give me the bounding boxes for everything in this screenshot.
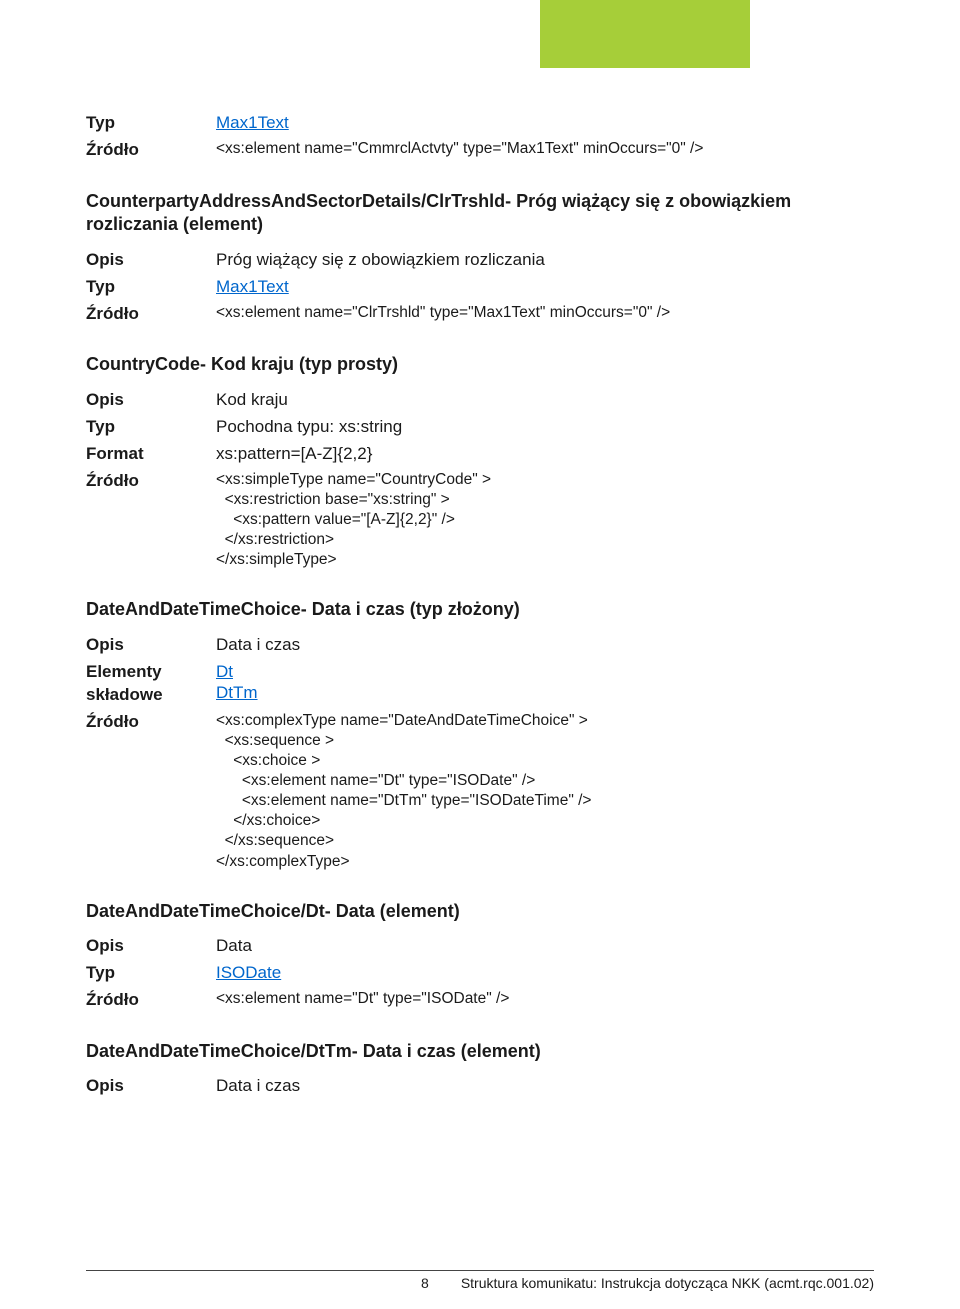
block-dt: Opis Data Typ ISODate Źródło <xs:element…	[86, 935, 874, 1012]
row-elementy: Elementy składowe Dt DtTm	[86, 661, 874, 707]
block-dttm: Opis Data i czas	[86, 1075, 874, 1098]
header-accent	[540, 0, 750, 68]
value-zrodlo: <xs:element name="Dt" type="ISODate" />	[216, 989, 874, 1012]
footer-row: 8 Struktura komunikatu: Instrukcja dotyc…	[86, 1275, 874, 1291]
row-zrodlo: Źródło <xs:simpleType name="CountryCode"…	[86, 470, 874, 571]
label-typ: Typ	[86, 276, 216, 299]
row-zrodlo: Źródło <xs:element name="ClrTrshld" type…	[86, 303, 874, 326]
label-opis: Opis	[86, 249, 216, 272]
row-opis: Opis Data i czas	[86, 634, 874, 657]
row-zrodlo: Źródło <xs:element name="Dt" type="ISODa…	[86, 989, 874, 1012]
label-zrodlo: Źródło	[86, 470, 216, 571]
row-opis: Opis Data i czas	[86, 1075, 874, 1098]
value-typ: Max1Text	[216, 112, 874, 135]
value-opis: Data i czas	[216, 634, 874, 657]
block-dateanddatetimechoice: Opis Data i czas Elementy składowe Dt Dt…	[86, 634, 874, 872]
row-opis: Opis Próg wiążący się z obowiązkiem rozl…	[86, 249, 874, 272]
value-zrodlo: <xs:simpleType name="CountryCode" > <xs:…	[216, 470, 874, 571]
row-opis: Opis Data	[86, 935, 874, 958]
section-dt: DateAndDateTimeChoice/Dt- Data (element)	[86, 900, 874, 923]
section-clrtrshld: CounterpartyAddressAndSectorDetails/ClrT…	[86, 190, 874, 237]
row-format: Format xs:pattern=[A-Z]{2,2}	[86, 443, 874, 466]
row-opis: Opis Kod kraju	[86, 389, 874, 412]
section-dateanddatetimechoice: DateAndDateTimeChoice- Data i czas (typ …	[86, 598, 874, 621]
footer: 8 Struktura komunikatu: Instrukcja dotyc…	[86, 1270, 874, 1291]
label-opis: Opis	[86, 634, 216, 657]
row-typ: Typ Pochodna typu: xs:string	[86, 416, 874, 439]
value-zrodlo: <xs:element name="ClrTrshld" type="Max1T…	[216, 303, 874, 326]
link-max1text[interactable]: Max1Text	[216, 113, 289, 132]
link-max1text[interactable]: Max1Text	[216, 277, 289, 296]
row-typ: Typ Max1Text	[86, 276, 874, 299]
label-zrodlo: Źródło	[86, 139, 216, 162]
row-typ: Typ ISODate	[86, 962, 874, 985]
link-dt[interactable]: Dt	[216, 662, 233, 681]
page-number: 8	[421, 1275, 429, 1291]
footer-text: Struktura komunikatu: Instrukcja dotyczą…	[429, 1275, 874, 1291]
label-elementy: Elementy składowe	[86, 661, 216, 707]
block-cmmrclactvty: Typ Max1Text Źródło <xs:element name="Cm…	[86, 112, 874, 162]
page: Typ Max1Text Źródło <xs:element name="Cm…	[0, 0, 960, 1309]
label-format: Format	[86, 443, 216, 466]
row-zrodlo: Źródło <xs:element name="CmmrclActvty" t…	[86, 139, 874, 162]
value-zrodlo: <xs:complexType name="DateAndDateTimeCho…	[216, 711, 874, 872]
value-elementy: Dt DtTm	[216, 661, 874, 707]
label-opis: Opis	[86, 389, 216, 412]
row-zrodlo: Źródło <xs:complexType name="DateAndDate…	[86, 711, 874, 872]
value-typ: ISODate	[216, 962, 874, 985]
label-opis: Opis	[86, 935, 216, 958]
block-clrtrshld: Opis Próg wiążący się z obowiązkiem rozl…	[86, 249, 874, 326]
content: Typ Max1Text Źródło <xs:element name="Cm…	[86, 0, 874, 1098]
value-zrodlo: <xs:element name="CmmrclActvty" type="Ma…	[216, 139, 874, 162]
section-countrycode: CountryCode- Kod kraju (typ prosty)	[86, 353, 874, 376]
footer-line	[86, 1270, 874, 1271]
link-isodate[interactable]: ISODate	[216, 963, 281, 982]
value-format: xs:pattern=[A-Z]{2,2}	[216, 443, 874, 466]
value-opis: Data	[216, 935, 874, 958]
value-typ: Max1Text	[216, 276, 874, 299]
label-opis: Opis	[86, 1075, 216, 1098]
block-countrycode: Opis Kod kraju Typ Pochodna typu: xs:str…	[86, 389, 874, 571]
label-typ: Typ	[86, 416, 216, 439]
label-zrodlo: Źródło	[86, 711, 216, 872]
row-typ: Typ Max1Text	[86, 112, 874, 135]
label-typ: Typ	[86, 112, 216, 135]
section-dttm: DateAndDateTimeChoice/DtTm- Data i czas …	[86, 1040, 874, 1063]
label-zrodlo: Źródło	[86, 303, 216, 326]
link-dttm[interactable]: DtTm	[216, 683, 258, 702]
value-typ: Pochodna typu: xs:string	[216, 416, 874, 439]
value-opis: Próg wiążący się z obowiązkiem rozliczan…	[216, 249, 874, 272]
value-opis: Kod kraju	[216, 389, 874, 412]
label-zrodlo: Źródło	[86, 989, 216, 1012]
label-typ: Typ	[86, 962, 216, 985]
value-opis: Data i czas	[216, 1075, 874, 1098]
